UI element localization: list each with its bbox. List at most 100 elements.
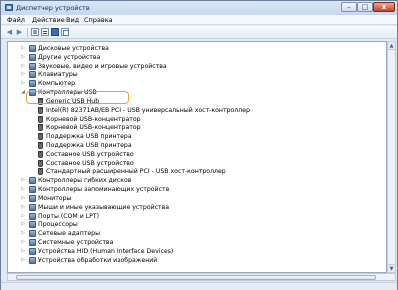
device-category-icon [29, 186, 36, 194]
tree-item-category[interactable]: ▷ Звуковые, видео и игровые устройства [8, 62, 386, 71]
tree-item-device[interactable]: Стандартный расширенный PCI - USB хост-к… [8, 167, 386, 176]
tree-item-category[interactable]: ▷ Компьютер [8, 79, 386, 88]
expand-collapse-icon[interactable]: ▷ [20, 79, 26, 88]
expand-collapse-icon[interactable]: ▷ [20, 229, 26, 238]
tree-item-label: Корневой USB-концентратор [46, 124, 141, 132]
menu-help[interactable]: Справка [84, 16, 113, 24]
tree-item-label: Составное USB устройство [46, 159, 134, 167]
device-category-icon [29, 80, 36, 88]
tree-item-category[interactable]: ▷ Системные устройства [8, 238, 386, 247]
expand-collapse-icon[interactable]: ▷ [20, 185, 26, 194]
expand-collapse-icon[interactable]: ▷ [20, 62, 26, 71]
usb-device-icon [38, 159, 43, 167]
menu-file[interactable]: Файл [7, 16, 25, 24]
status-bar [1, 282, 397, 290]
help-icon[interactable] [51, 28, 59, 36]
toolbar-separator [27, 28, 28, 37]
scan-hardware-icon[interactable] [61, 28, 69, 36]
usb-device-icon [38, 168, 43, 176]
usb-device-icon [38, 124, 43, 132]
scroll-down-icon[interactable]: ▼ [388, 264, 395, 272]
device-category-icon [29, 256, 36, 264]
properties-icon[interactable] [41, 28, 49, 36]
tree-item-device[interactable]: Поддержка USB принтера [8, 141, 386, 150]
tree-item-category[interactable]: ▷ Дисковые устройства [8, 44, 386, 53]
tree-item-label: Клавиатуры [38, 71, 78, 79]
tree-item-category[interactable]: ▷ Клавиатуры [8, 70, 386, 79]
horizontal-scroll-thumb[interactable] [16, 275, 376, 280]
tree-item-category[interactable]: ▷ Контроллеры запоминающих устройств [8, 185, 386, 194]
device-category-icon [29, 212, 36, 220]
tree-item-device[interactable]: Корневой USB-концентратор [8, 115, 386, 124]
tree-item-label: Звуковые, видео и игровые устройства [38, 62, 167, 70]
device-category-icon [29, 62, 36, 70]
usb-device-icon [38, 142, 43, 150]
tree-item-label: Мониторы [38, 194, 72, 202]
expand-collapse-icon[interactable]: ▷ [20, 203, 26, 212]
close-button[interactable]: x [373, 2, 395, 12]
tree-item-label: Мыши и иные указывающие устройства [38, 203, 170, 211]
tree-item-category[interactable]: ▷ Порты (COM и LPT) [8, 212, 386, 221]
tree-item-label: Intel(R) 82371AB/EB PCI - USB универсаль… [46, 106, 250, 114]
device-category-icon [29, 71, 36, 79]
tree-item-label: Контроллеры запоминающих устройств [38, 186, 170, 194]
expand-collapse-icon[interactable]: ▷ [20, 44, 26, 53]
tree-item-label: Контроллеры гибких дисков [38, 177, 132, 185]
tree-item-device[interactable]: Составное USB устройство [8, 159, 386, 168]
tree-item-category[interactable]: ▷ Мониторы [8, 194, 386, 203]
tree-item-label: Дисковые устройства [38, 45, 109, 52]
vertical-scrollbar[interactable]: ▲ ▼ [387, 41, 396, 273]
window-title: Диспетчер устройств [16, 4, 90, 12]
menu-view[interactable]: Вид [66, 16, 79, 24]
device-category-icon [29, 230, 36, 238]
tree-item-device[interactable]: Корневой USB-концентратор [8, 123, 386, 132]
tree-item-device[interactable]: Составное USB устройство [8, 150, 386, 159]
device-category-icon [29, 177, 36, 185]
expand-collapse-icon[interactable]: ▷ [20, 194, 26, 203]
tree-item-label: Поддержка USB принтера [46, 142, 132, 150]
tree-item-category[interactable]: ▷ Контроллеры гибких дисков [8, 176, 386, 185]
device-category-icon [29, 221, 36, 229]
device-category-icon [29, 194, 36, 202]
tree-item-label: Другие устройства [38, 53, 101, 61]
minimize-button[interactable]: – [341, 2, 357, 12]
tree-item-category[interactable]: ▷ Процессоры [8, 220, 386, 229]
tree-item-device[interactable]: Поддержка USB принтера [8, 132, 386, 141]
expand-collapse-icon[interactable]: ▷ [20, 176, 26, 185]
show-hide-console-tree-icon[interactable] [31, 28, 39, 36]
tree-item-category[interactable]: ▷ Устройства обработки изображений [8, 256, 386, 265]
expand-collapse-icon[interactable]: ▷ [20, 212, 26, 221]
menu-bar: Файл Действие Вид Справка [1, 15, 397, 25]
expand-collapse-icon[interactable]: ▷ [20, 220, 26, 229]
tree-item-label: Стандартный расширенный PCI - USB хост-к… [46, 168, 226, 176]
scroll-up-icon[interactable]: ▲ [388, 42, 395, 50]
usb-device-icon [38, 106, 43, 114]
usb-device-icon [38, 133, 43, 141]
maximize-button[interactable]: □ [357, 2, 373, 12]
tree-item-category[interactable]: ▷ Сетевые адаптеры [8, 229, 386, 238]
tree-item-label: Процессоры [38, 221, 78, 229]
title-bar: Диспетчер устройств – □ x [1, 1, 397, 15]
horizontal-scrollbar[interactable] [7, 273, 396, 281]
usb-device-icon [38, 115, 43, 123]
menu-action[interactable]: Действие [32, 16, 65, 24]
device-category-icon [29, 203, 36, 211]
expand-collapse-icon[interactable]: ▷ [20, 247, 26, 256]
expand-collapse-icon[interactable]: ▷ [20, 53, 26, 62]
device-manager-window: Диспетчер устройств – □ x Файл Действие … [0, 0, 398, 290]
device-category-icon [29, 53, 36, 61]
expand-collapse-icon[interactable]: ▷ [20, 256, 26, 265]
tree-item-category[interactable]: ▷ Мыши и иные указывающие устройства [8, 203, 386, 212]
expand-collapse-icon[interactable]: ▷ [20, 238, 26, 247]
tree-item-category[interactable]: ▷ Устройства HID (Human Interface Devices… [8, 247, 386, 256]
tree-item-label: Корневой USB-концентратор [46, 115, 141, 123]
tree-item-category[interactable]: ▷ Другие устройства [8, 53, 386, 62]
forward-arrow-icon[interactable]: ▶ [15, 28, 24, 37]
tree-item-device[interactable]: Intel(R) 82371AB/EB PCI - USB универсаль… [8, 106, 386, 115]
back-arrow-icon[interactable]: ◀ [5, 28, 14, 37]
tree-item-label: Составное USB устройство [46, 150, 134, 158]
expand-collapse-icon[interactable]: ▷ [20, 70, 26, 79]
usb-device-icon [38, 150, 43, 158]
tree-item-label: Поддержка USB принтера [46, 133, 132, 141]
tree-item-label: Компьютер [38, 80, 76, 88]
